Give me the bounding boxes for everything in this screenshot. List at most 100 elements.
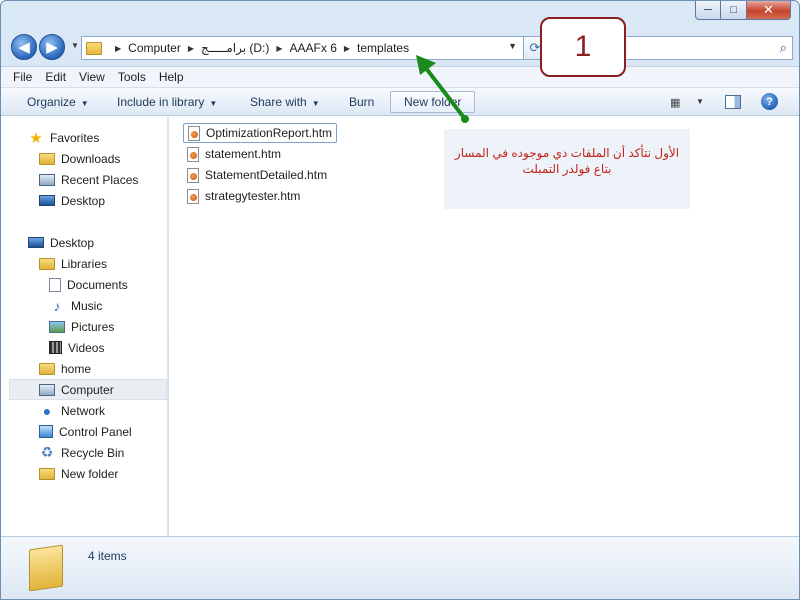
sidebar-item-recent-places[interactable]: Recent Places (39, 169, 166, 190)
file-name: statement.htm (205, 147, 282, 161)
sidebar-item-favorites[interactable]: ★ Favorites (28, 127, 183, 148)
annotation-note-line-1: الأول نتأكد أن الملفات دي موجوده في المس… (454, 146, 680, 160)
annotation-callout: 1 (540, 17, 626, 77)
menu-bar: File Edit View Tools Help (1, 66, 799, 88)
menu-view[interactable]: View (79, 70, 105, 84)
sidebar-item-label: Documents (67, 277, 128, 292)
view-options-dropdown-icon[interactable]: ▼ (696, 97, 704, 106)
sidebar-item-videos[interactable]: Videos (49, 337, 166, 358)
sidebar-item-label: Recycle Bin (61, 445, 125, 460)
sidebar-item-label: Libraries (61, 256, 108, 271)
sidebar-item-new-folder[interactable]: New folder (39, 463, 166, 484)
menu-file[interactable]: File (13, 70, 32, 84)
sidebar-item-recycle-bin[interactable]: ♻ Recycle Bin (39, 442, 166, 463)
sidebar-item-label: Videos (68, 340, 105, 355)
network-globe-icon: ● (42, 402, 52, 419)
folder-icon (39, 467, 55, 480)
command-bar: Organize ▼ Include in library ▼ Share with… (1, 88, 799, 116)
sidebar-item-label: Computer (61, 382, 114, 397)
item-count: 4 items (88, 549, 127, 563)
chevron-right-icon[interactable]: ▶ (188, 44, 194, 53)
sidebar-item-label: Downloads (61, 151, 121, 166)
help-icon[interactable]: ? (761, 93, 778, 110)
computer-icon (39, 383, 55, 396)
menu-edit[interactable]: Edit (45, 70, 66, 84)
star-icon: ★ (29, 129, 43, 147)
chevron-right-icon[interactable]: ▶ (276, 44, 282, 53)
sidebar-item-label: Recent Places (61, 172, 139, 187)
sidebar-item-label: New folder (61, 466, 119, 481)
sidebar-item-label: Favorites (50, 130, 100, 145)
desktop-icon (28, 237, 44, 248)
recent-places-icon (39, 173, 55, 186)
details-pane: 4 items (1, 536, 799, 599)
sidebar-item-label: home (61, 361, 92, 376)
chevron-right-icon[interactable]: ▶ (115, 44, 121, 53)
sidebar-item-network[interactable]: ● Network (39, 400, 166, 421)
back-button[interactable]: ◀ (11, 34, 37, 60)
pictures-icon (49, 320, 65, 333)
share-with-label: Share with (250, 95, 307, 109)
sidebar-item-home[interactable]: home (39, 358, 166, 379)
navigation-row: ◀ ▶ ▼ ▶ Computer ▶ برامـــــج (D:) ▶ AAA… (9, 31, 793, 63)
search-icon[interactable]: ⌕ (780, 40, 787, 56)
list-item[interactable]: statement.htm (183, 144, 285, 164)
list-item[interactable]: StatementDetailed.htm (183, 165, 331, 185)
caption-buttons: ─ □ ✕ (695, 1, 791, 21)
file-name: OptimizationReport.htm (206, 126, 333, 140)
html-file-icon (188, 125, 200, 141)
chevron-down-icon: ▼ (80, 99, 89, 108)
sidebar-item-label: Control Panel (59, 424, 132, 439)
file-name: StatementDetailed.htm (205, 168, 328, 182)
sidebar-item-documents[interactable]: Documents (49, 274, 166, 295)
menu-help[interactable]: Help (159, 70, 184, 84)
callout-number: 1 (574, 30, 592, 63)
control-panel-icon (39, 425, 53, 438)
chevron-down-icon: ▼ (209, 99, 218, 108)
html-file-icon (187, 167, 199, 183)
share-with-button[interactable]: Share with ▼ (250, 95, 320, 109)
sidebar-item-desktop-favorite[interactable]: Desktop (39, 190, 166, 211)
navigation-pane: ★ Favorites Downloads Recent Places Desk… (1, 116, 168, 536)
minimize-button[interactable]: ─ (695, 1, 721, 20)
menu-tools[interactable]: Tools (118, 70, 146, 84)
change-view-icon[interactable]: ▦ (670, 96, 680, 109)
explorer-window: ─ □ ✕ ◀ ▶ ▼ ▶ Computer ▶ برامـــــج (D:)… (0, 0, 800, 600)
chevron-right-icon[interactable]: ▶ (344, 44, 350, 53)
html-file-icon (187, 188, 199, 204)
sidebar-item-control-panel[interactable]: Control Panel (39, 421, 166, 442)
recent-pages-dropdown-icon[interactable]: ▼ (71, 41, 79, 50)
sidebar-item-label: Desktop (61, 193, 106, 208)
breadcrumb-aaafx6[interactable]: AAAFx 6 (290, 41, 337, 55)
sidebar-item-downloads[interactable]: Downloads (39, 148, 166, 169)
sidebar-item-label: Network (61, 403, 106, 418)
home-folder-icon (39, 362, 55, 375)
include-in-library-button[interactable]: Include in library ▼ (117, 95, 217, 109)
close-button[interactable]: ✕ (747, 1, 791, 20)
burn-button[interactable]: Burn (349, 95, 374, 109)
forward-button[interactable]: ▶ (39, 34, 65, 60)
breadcrumb-drive-d[interactable]: برامـــــج (D:) (201, 41, 269, 55)
recycle-bin-icon: ♻ (40, 444, 54, 460)
list-item[interactable]: strategytester.htm (183, 186, 304, 206)
music-note-icon: ♪ (53, 297, 61, 314)
html-file-icon (187, 146, 199, 162)
sidebar-item-label: Pictures (71, 319, 115, 334)
list-item[interactable]: OptimizationReport.htm (183, 123, 338, 143)
sidebar-item-music[interactable]: ♪ Music (49, 295, 166, 316)
annotation-note: الأول نتأكد أن الملفات دي موجوده في المس… (444, 129, 690, 209)
folder-icon (86, 41, 102, 55)
preview-pane-icon[interactable] (725, 95, 741, 109)
breadcrumb-computer[interactable]: Computer (128, 41, 181, 55)
breadcrumb-templates[interactable]: templates (357, 41, 409, 55)
address-dropdown-icon[interactable]: ▼ (508, 41, 517, 51)
downloads-folder-icon (39, 152, 55, 165)
organize-button[interactable]: Organize ▼ (27, 95, 89, 109)
maximize-button[interactable]: □ (721, 1, 747, 20)
sidebar-item-libraries[interactable]: Libraries (39, 253, 166, 274)
sidebar-item-computer[interactable]: Computer (9, 379, 167, 400)
documents-icon (49, 277, 61, 292)
sidebar-item-label: Music (71, 298, 103, 313)
sidebar-item-pictures[interactable]: Pictures (49, 316, 166, 337)
sidebar-item-desktop[interactable]: Desktop (28, 232, 183, 253)
